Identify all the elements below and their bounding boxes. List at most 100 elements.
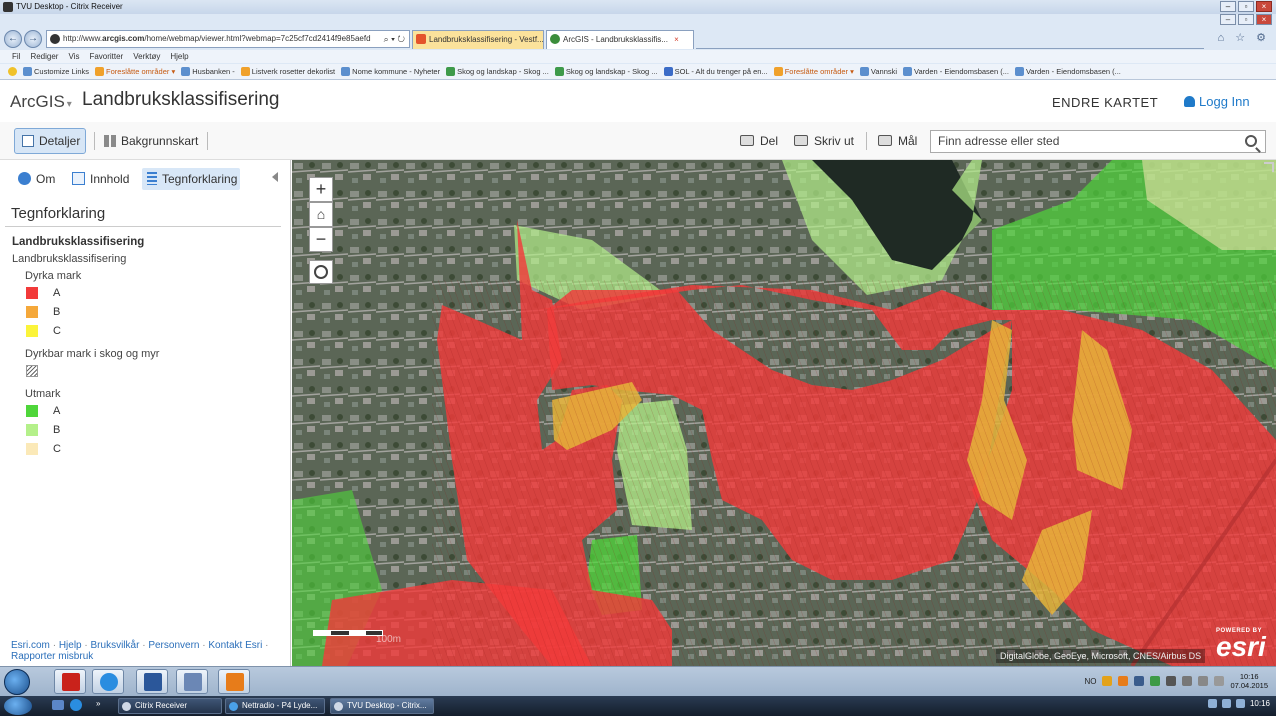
url-domain: arcgis.com: [102, 34, 145, 43]
zoom-in-button[interactable]: +: [309, 177, 333, 202]
browser-tab-arcgis[interactable]: ArcGIS - Landbruksklassifis... ×: [546, 30, 694, 49]
menu-favorites[interactable]: Favoritter: [89, 50, 123, 63]
taskbar-app-ie[interactable]: [92, 669, 124, 694]
tab-close-icon[interactable]: ×: [674, 35, 679, 44]
favorite-link[interactable]: Varden - Eiendomsbasen (...: [903, 64, 1009, 79]
tab-legend[interactable]: Tegnforklaring: [142, 168, 240, 190]
legend-swatch: [26, 424, 38, 436]
share-button[interactable]: Del: [740, 134, 778, 148]
address-bar[interactable]: http://www.arcgis.com/home/webmap/viewer…: [46, 30, 410, 48]
locate-button[interactable]: [309, 260, 333, 284]
footer-link-privacy[interactable]: Personvern: [148, 640, 199, 651]
favorite-link[interactable]: Varden - Eiendomsbasen (...: [1014, 64, 1121, 79]
language-indicator[interactable]: NO: [1084, 677, 1096, 686]
quicklaunch-more[interactable]: »: [96, 699, 100, 708]
tray-icon[interactable]: [1221, 699, 1231, 708]
taskbar-window-citrix[interactable]: Citrix Receiver: [118, 698, 222, 714]
legend-swatch: [26, 405, 38, 417]
map-view[interactable]: + ⌂ − 100m DigitalGlobe, GeoEye, Microso…: [292, 160, 1276, 666]
menu-help[interactable]: Hjelp: [170, 50, 188, 63]
favorite-link[interactable]: Vannski: [859, 64, 897, 79]
details-icon: [22, 135, 34, 147]
volume-icon[interactable]: [1214, 676, 1225, 686]
zoom-out-button[interactable]: −: [309, 227, 333, 252]
tray-icon[interactable]: [1166, 676, 1177, 686]
fullscreen-icon[interactable]: [1264, 162, 1274, 172]
address-bar-icons[interactable]: ⌕ ▾ ↻: [384, 31, 405, 47]
search-input[interactable]: Finn adresse eller sted: [930, 130, 1266, 153]
url-rest: /home/webmap/viewer.html?webmap=7c25cf7c…: [144, 34, 371, 43]
menu-file[interactable]: Fil: [12, 50, 20, 63]
tab-content[interactable]: Innhold: [70, 168, 129, 190]
legend-item: B: [26, 304, 282, 323]
clock[interactable]: 10:16 07.04.2015: [1230, 672, 1268, 690]
browser-minimize-button[interactable]: –: [1220, 14, 1236, 25]
search-icon[interactable]: [1245, 135, 1257, 147]
footer-link-report[interactable]: Rapporter misbruk: [11, 651, 93, 662]
arcgis-menu[interactable]: ArcGIS ▾: [10, 92, 72, 112]
edit-map-link[interactable]: ENDRE KARTET: [1052, 95, 1158, 110]
esri-wordmark: esri: [1216, 631, 1266, 662]
favorite-link[interactable]: Listverk rosetter dekorlist: [240, 64, 335, 79]
footer-link-esri[interactable]: Esri.com: [11, 640, 50, 651]
menu-view[interactable]: Vis: [68, 50, 79, 63]
favorite-link[interactable]: Skog og landskap - Skog ...: [446, 64, 549, 79]
collapse-panel-icon[interactable]: [272, 172, 278, 182]
browser-tab-vestfold[interactable]: Landbruksklassifisering - Vestf...: [412, 30, 544, 49]
start-button[interactable]: [4, 669, 30, 695]
taskbar-app-word[interactable]: [136, 669, 168, 694]
taskbar-app-explorer[interactable]: [176, 669, 208, 694]
favorite-link[interactable]: Skog og landskap - Skog ...: [554, 64, 658, 79]
esri-logo[interactable]: POWERED BY esri: [1216, 628, 1266, 662]
details-button[interactable]: Detaljer: [14, 128, 86, 154]
show-desktop-icon[interactable]: [52, 700, 64, 710]
favorite-link[interactable]: Foreslåtte områder ▾: [773, 64, 854, 79]
browser-tools-icons[interactable]: ⌂ ☆ ⚙: [1218, 31, 1270, 44]
taskbar-app-acrobat[interactable]: [54, 669, 86, 694]
local-start-button[interactable]: [4, 697, 32, 715]
taskbar-window-tvu[interactable]: TVU Desktop - Citrix...: [330, 698, 434, 714]
tray-icon[interactable]: [1207, 699, 1217, 708]
favorite-link[interactable]: SOL - Alt du trenger på en...: [663, 64, 768, 79]
tray-icon[interactable]: [1134, 676, 1145, 686]
back-button[interactable]: ←: [4, 30, 22, 48]
measure-button[interactable]: Mål: [878, 134, 917, 148]
tab-about[interactable]: Om: [16, 168, 55, 190]
tray-icon[interactable]: [1150, 676, 1161, 686]
favorite-link[interactable]: Nome kommune - Nyheter: [341, 64, 440, 79]
browser-restore-button[interactable]: ▫: [1238, 14, 1254, 25]
footer-link-terms[interactable]: Bruksvilkår: [91, 640, 140, 651]
home-icon[interactable]: ⌂: [309, 202, 333, 227]
menu-tools[interactable]: Verktøy: [133, 50, 160, 63]
arcgis-brand: ArcGIS: [10, 92, 65, 111]
footer-link-help[interactable]: Hjelp: [59, 640, 82, 651]
legend-item: A: [26, 285, 282, 304]
basemap-button[interactable]: Bakgrunnskart: [104, 134, 198, 148]
minimize-button[interactable]: –: [1220, 1, 1236, 12]
close-button[interactable]: ×: [1256, 1, 1272, 12]
taskbar-app-outlook[interactable]: [218, 669, 250, 694]
network-icon[interactable]: [1198, 676, 1209, 686]
local-system-tray: 10:16: [1207, 699, 1270, 708]
tray-icon[interactable]: [1102, 676, 1113, 686]
menu-edit[interactable]: Rediger: [30, 50, 58, 63]
login-link[interactable]: Logg Inn: [1184, 94, 1250, 109]
tray-icon[interactable]: [1118, 676, 1129, 686]
local-clock[interactable]: 10:16: [1250, 699, 1270, 708]
tray-icon[interactable]: [1235, 699, 1245, 708]
taskbar-window-nettradio[interactable]: Nettradio - P4 Lyde...: [225, 698, 325, 714]
tab-favicon-icon: [416, 34, 426, 44]
flag-icon[interactable]: [1182, 676, 1193, 686]
favorites-star-icon[interactable]: [8, 64, 17, 79]
legend-group-utmark: Utmark: [25, 388, 61, 400]
favorite-link[interactable]: Husbanken -: [181, 64, 235, 79]
maximize-button[interactable]: ▫: [1238, 1, 1254, 12]
legend-item: [26, 363, 282, 382]
favorite-link[interactable]: Customize Links: [23, 64, 89, 79]
favorite-link[interactable]: Foreslåtte områder ▾: [95, 64, 175, 79]
forward-button[interactable]: →: [24, 30, 42, 48]
browser-close-button[interactable]: ×: [1256, 14, 1272, 25]
ie-quicklaunch-icon[interactable]: [70, 699, 82, 711]
print-button[interactable]: Skriv ut: [794, 134, 854, 148]
footer-link-contact[interactable]: Kontakt Esri: [208, 640, 262, 651]
